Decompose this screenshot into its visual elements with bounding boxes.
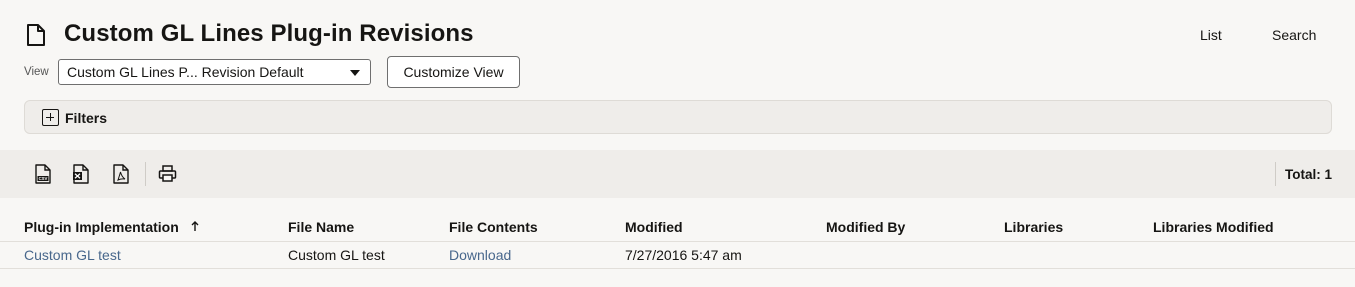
download-link[interactable]: Download (449, 247, 511, 263)
sort-ascending-icon[interactable] (191, 221, 199, 232)
column-header-libraries[interactable]: Libraries (1004, 219, 1063, 235)
filters-label[interactable]: Filters (65, 110, 107, 126)
chevron-down-icon (350, 70, 360, 76)
excel-export-icon[interactable] (72, 164, 90, 184)
implementation-link[interactable]: Custom GL test (24, 247, 121, 263)
table-row-divider (0, 268, 1355, 269)
pdf-export-icon[interactable] (112, 164, 130, 184)
column-header-plugin-implementation[interactable]: Plug-in Implementation (24, 219, 179, 235)
expand-plus-icon[interactable] (42, 109, 59, 126)
file-name-cell: Custom GL test (288, 247, 385, 263)
view-select[interactable]: Custom GL Lines P... Revision Default (58, 59, 371, 85)
csv-export-icon[interactable]: CSV (34, 164, 52, 184)
column-header-libraries-modified[interactable]: Libraries Modified (1153, 219, 1274, 235)
list-link[interactable]: List (1200, 27, 1222, 43)
column-header-file-contents[interactable]: File Contents (449, 219, 538, 235)
print-icon[interactable] (158, 164, 177, 184)
customize-view-button[interactable]: Customize View (387, 56, 520, 88)
column-header-modified-by[interactable]: Modified By (826, 219, 905, 235)
results-toolbar: CSV Total: 1 (0, 150, 1355, 198)
toolbar-divider (1275, 162, 1276, 186)
column-header-file-name[interactable]: File Name (288, 219, 354, 235)
table-header-divider (0, 241, 1355, 242)
search-link[interactable]: Search (1272, 27, 1316, 43)
view-label: View (24, 66, 49, 78)
modified-cell: 7/27/2016 5:47 am (625, 247, 742, 263)
document-icon (27, 24, 45, 46)
page-title: Custom GL Lines Plug-in Revisions (64, 20, 474, 47)
total-count: Total: 1 (1285, 167, 1332, 182)
svg-text:CSV: CSV (39, 176, 48, 181)
toolbar-divider (145, 162, 146, 186)
view-select-value: Custom GL Lines P... Revision Default (67, 64, 304, 80)
column-header-modified[interactable]: Modified (625, 219, 683, 235)
filters-bar: Filters (24, 100, 1332, 134)
